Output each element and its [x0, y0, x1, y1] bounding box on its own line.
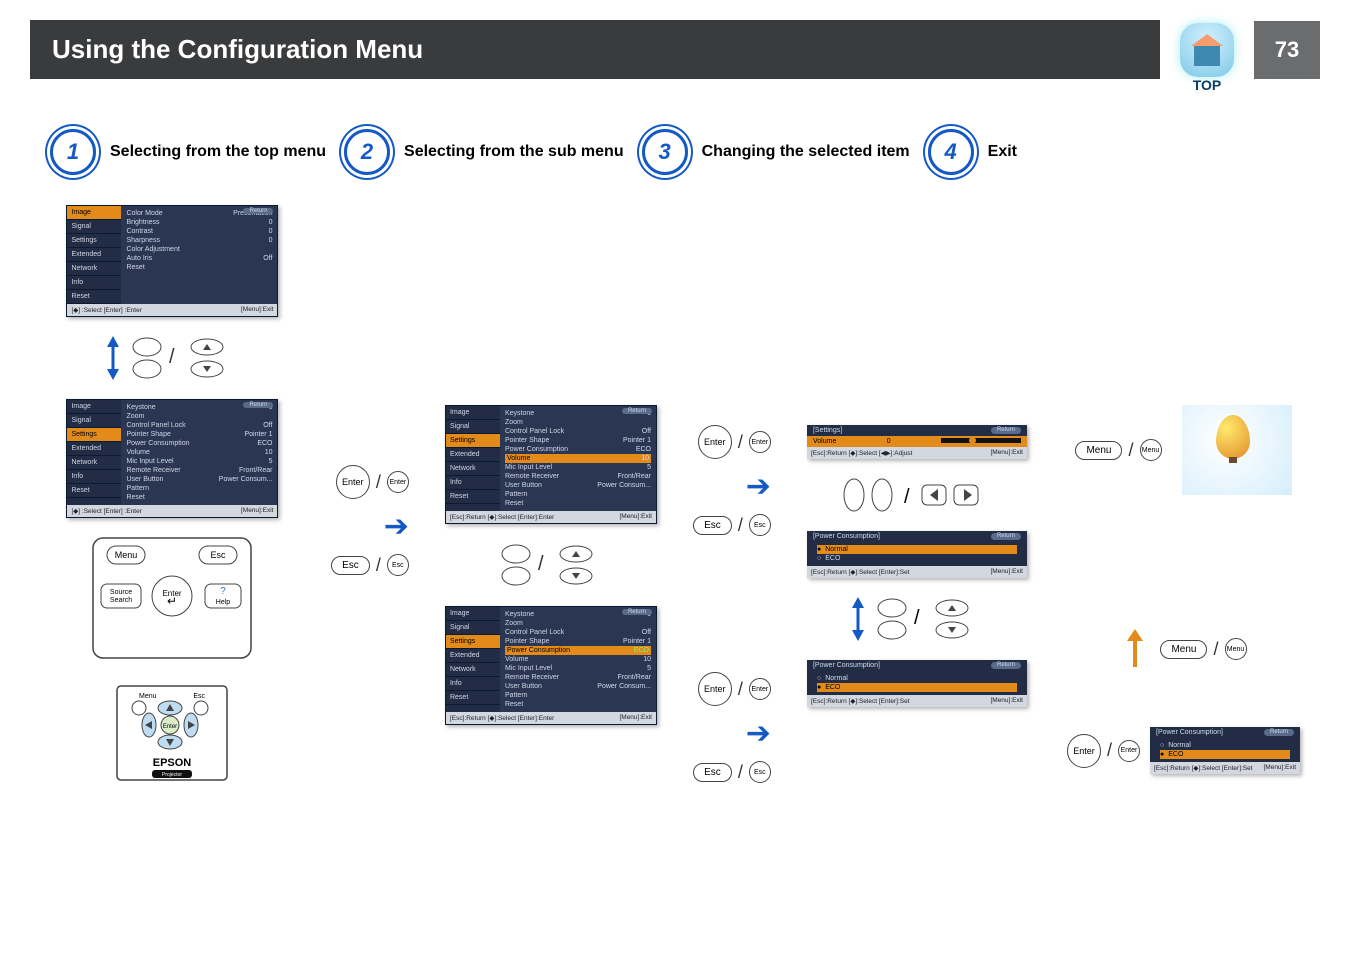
volume-adjust-box: [Settings]Return Volume0 [Esc]:Return [◆… — [807, 425, 1027, 459]
svg-text:Enter: Enter — [163, 724, 177, 730]
svg-text:/: / — [538, 553, 544, 575]
updown-nav-illustration: / — [476, 540, 626, 590]
arrow-right-icon: ➔ — [746, 469, 771, 504]
svg-text:EPSON: EPSON — [153, 757, 192, 769]
page-header: Using the Configuration Menu TOP 73 — [30, 20, 1320, 79]
updown-nav-illustration: / — [97, 333, 247, 383]
menu-volume-highlighted: Image Signal Settings Extended Network I… — [445, 405, 657, 524]
power-box-eco: [Power Consumption]Return ○Normal ●ECO [… — [807, 660, 1027, 707]
steps-row: 1 Selecting from the top menu 2 Selectin… — [50, 129, 1300, 175]
transition-2: Enter/Enter ➔ Esc/Esc Enter/Enter ➔ Esc/… — [697, 425, 767, 783]
column-2: Image Signal Settings Extended Network I… — [445, 405, 657, 725]
volume-slider[interactable]: Volume0 — [807, 436, 1027, 447]
svg-text:Help: Help — [216, 599, 231, 606]
svg-text:Projector: Projector — [162, 772, 182, 778]
top-home-button[interactable]: TOP — [1180, 23, 1234, 77]
column-3: [Settings]Return Volume0 [Esc]:Return [◆… — [807, 425, 1027, 707]
menu-exit-pair: Menu/Menu — [1075, 439, 1161, 461]
power-box-eco-small: [Power Consumption]Return ○Normal ●ECO [… — [1150, 727, 1300, 774]
page-number: 73 — [1254, 21, 1320, 79]
step-2: 2 Selecting from the sub menu — [344, 129, 624, 175]
svg-text:/: / — [169, 346, 175, 368]
svg-text:Search: Search — [110, 597, 132, 604]
svg-text:?: ? — [221, 586, 227, 597]
svg-text:↵: ↵ — [167, 594, 177, 608]
transition-1: Enter/Enter ➔ Esc/Esc — [335, 465, 405, 576]
projector-panel-illustration: Menu Esc Enter EPSON Projector — [107, 680, 237, 790]
menu-tab-settings[interactable]: Settings — [67, 234, 121, 248]
return-button[interactable]: Return — [243, 208, 273, 214]
power-box-normal: [Power Consumption]Return ●Normal ○ECO [… — [807, 531, 1027, 578]
volume-row[interactable]: Volume10 — [505, 454, 651, 463]
svg-text:/: / — [914, 607, 920, 629]
option-normal[interactable]: ●Normal — [817, 545, 1017, 554]
menu-tab-network[interactable]: Network — [67, 262, 121, 276]
svg-text:Esc: Esc — [211, 550, 227, 560]
column-1: Image Signal Settings Extended Network I… — [50, 205, 295, 790]
step-3: 3 Changing the selected item — [642, 129, 910, 175]
return-button[interactable]: Return — [991, 427, 1021, 434]
arrow-right-icon: ➔ — [746, 716, 771, 751]
content-columns: Image Signal Settings Extended Network I… — [50, 205, 1300, 790]
svg-text:Esc: Esc — [194, 693, 206, 700]
enter-button-icon: Enter — [336, 465, 370, 499]
arrow-right-icon: ➔ — [384, 509, 409, 544]
svg-text:Source: Source — [110, 589, 132, 596]
menu-tab-signal[interactable]: Signal — [67, 220, 121, 234]
remote-control-illustration: Menu Esc SourceSearch Enter↵ ?Help — [87, 534, 257, 664]
step-4: 4 Exit — [928, 129, 1017, 175]
menu-tab-extended[interactable]: Extended — [67, 248, 121, 262]
menu-small-icon: Menu — [1140, 439, 1162, 461]
esc-small-icon: Esc — [387, 554, 409, 576]
menu-image-selected: Image Signal Settings Extended Network I… — [66, 205, 278, 317]
esc-button-icon: Esc — [331, 556, 370, 575]
column-4: Menu/Menu Menu/Menu Enter/Enter [Power C… — [1067, 405, 1300, 774]
enter-small-icon: Enter — [387, 471, 409, 493]
svg-text:Menu: Menu — [115, 550, 138, 560]
svg-text:Menu: Menu — [139, 693, 157, 700]
menu-tab-image[interactable]: Image — [67, 206, 121, 220]
updown-nav-illustration: / — [842, 594, 992, 644]
option-normal[interactable]: ○Normal — [817, 674, 1017, 683]
svg-text:/: / — [904, 486, 910, 508]
arrow-up-icon — [1120, 627, 1150, 671]
menu-button-icon: Menu — [1075, 441, 1122, 460]
page-title: Using the Configuration Menu — [30, 20, 1160, 79]
option-eco[interactable]: ○ECO — [817, 554, 1017, 563]
balloon-image — [1182, 405, 1292, 495]
left-right-nav-illustration: / — [832, 475, 1002, 515]
menu-tab-info[interactable]: Info — [67, 276, 121, 290]
menu-tab-reset[interactable]: Reset — [67, 290, 121, 304]
step-1: 1 Selecting from the top menu — [50, 129, 326, 175]
menu-power-highlighted: Image Signal Settings Extended Network I… — [445, 606, 657, 725]
home-icon — [1191, 34, 1223, 46]
option-eco[interactable]: ●ECO — [817, 683, 1017, 692]
power-row[interactable]: Power ConsumptionECO — [505, 646, 651, 655]
menu-settings-selected: Image Signal Settings Extended Network I… — [66, 399, 278, 518]
